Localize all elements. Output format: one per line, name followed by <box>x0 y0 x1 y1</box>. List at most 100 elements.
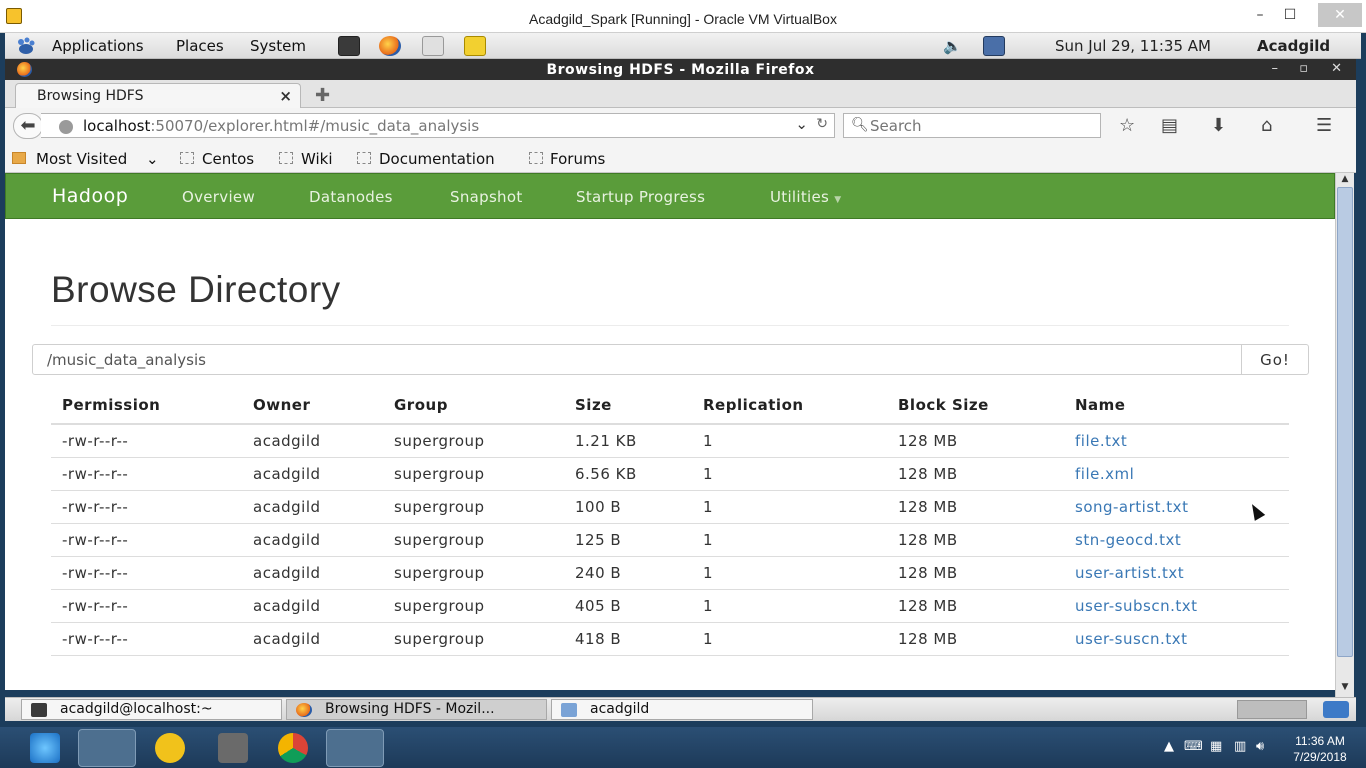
bookmark-forums[interactable]: Forums <box>550 150 605 168</box>
vertical-scrollbar[interactable]: ▲ ▼ <box>1335 173 1354 697</box>
panel-user[interactable]: Acadgild <box>1257 37 1330 55</box>
cell-block-size: 128 MB <box>887 622 1064 656</box>
internet-explorer-icon[interactable] <box>30 733 60 763</box>
cell-replication: 1 <box>692 424 887 458</box>
site-identity-icon[interactable] <box>59 120 73 134</box>
table-row: -rw-r--r-- acadgild supergroup 405 B 1 1… <box>51 589 1289 623</box>
tray-chevron-icon[interactable]: ▲ <box>1164 739 1174 754</box>
nav-utilities[interactable]: Utilities ▼ <box>770 188 841 206</box>
reading-list-icon[interactable]: ▤ <box>1161 115 1178 136</box>
bookmark-centos[interactable]: Centos <box>202 150 254 168</box>
file-link[interactable]: user-suscn.txt <box>1075 630 1187 648</box>
cell-owner: acadgild <box>242 457 383 491</box>
go-button[interactable]: Go! <box>1241 344 1309 375</box>
notes-launcher-icon[interactable] <box>464 36 486 56</box>
firefox-title-bar: Browsing HDFS - Mozilla Firefox – ▫ ✕ <box>5 59 1356 80</box>
nav-startup-progress[interactable]: Startup Progress <box>576 188 705 206</box>
cell-size: 405 B <box>564 589 692 623</box>
file-link[interactable]: user-artist.txt <box>1075 564 1184 582</box>
panel-clock[interactable]: Sun Jul 29, 11:35 AM <box>1055 37 1211 55</box>
url-bar[interactable]: localhost:50070/explorer.html#/music_dat… <box>41 113 835 138</box>
cell-name: user-suscn.txt <box>1064 622 1289 656</box>
show-desktop-icon[interactable] <box>1323 701 1349 718</box>
cell-group: supergroup <box>383 523 564 557</box>
maximize-button[interactable]: ☐ <box>1276 3 1304 27</box>
gnome-bottom-panel: acadgild@localhost:~ Browsing HDFS - Moz… <box>5 697 1356 721</box>
bookmark-documentation[interactable]: Documentation <box>379 150 495 168</box>
home-icon[interactable]: ⌂ <box>1261 115 1272 136</box>
ff-minimize-button[interactable]: – <box>1272 61 1279 76</box>
nav-snapshot[interactable]: Snapshot <box>450 188 523 206</box>
mail-launcher-icon[interactable] <box>422 36 444 56</box>
search-icon: 🔍︎ <box>851 117 869 133</box>
page-title: Browse Directory <box>51 269 341 310</box>
nav-overview[interactable]: Overview <box>182 188 255 206</box>
column-block-size[interactable]: Block Size <box>887 387 1064 425</box>
file-link[interactable]: file.txt <box>1075 432 1127 450</box>
column-size[interactable]: Size <box>564 387 692 425</box>
cell-size: 1.21 KB <box>564 424 692 458</box>
back-button[interactable]: ⬅ <box>13 113 43 139</box>
tab-close-icon[interactable]: × <box>279 87 292 105</box>
directory-path-input[interactable] <box>32 344 1242 375</box>
network-icon[interactable] <box>983 36 1005 56</box>
hadoop-brand[interactable]: Hadoop <box>52 185 128 207</box>
tray-wifi-icon[interactable]: ▥ <box>1234 739 1246 754</box>
cell-size: 418 B <box>564 622 692 656</box>
column-owner[interactable]: Owner <box>242 387 383 425</box>
printer-icon[interactable] <box>218 733 248 763</box>
file-explorer-icon[interactable] <box>78 729 136 767</box>
menu-places[interactable]: Places <box>176 37 224 55</box>
ff-maximize-button[interactable]: ▫ <box>1299 61 1308 76</box>
chevron-down-icon[interactable]: ⌄ <box>146 150 159 168</box>
file-link[interactable]: file.xml <box>1075 465 1134 483</box>
task-firefox[interactable]: Browsing HDFS - Mozil... <box>286 699 547 720</box>
cell-owner: acadgild <box>242 589 383 623</box>
table-row: -rw-r--r-- acadgild supergroup 100 B 1 1… <box>51 490 1289 524</box>
file-link[interactable]: user-subscn.txt <box>1075 597 1198 615</box>
new-tab-icon[interactable]: ✚ <box>315 85 330 106</box>
bookmark-most-visited[interactable]: Most Visited <box>36 150 127 168</box>
search-input[interactable] <box>870 116 1096 136</box>
task-terminal[interactable]: acadgild@localhost:~ <box>21 699 282 720</box>
minimize-button[interactable]: – <box>1246 3 1274 27</box>
column-permission[interactable]: Permission <box>51 387 242 425</box>
bookmark-wiki[interactable]: Wiki <box>301 150 333 168</box>
chevron-down-icon[interactable]: ⌄ <box>795 115 808 133</box>
chrome-icon[interactable] <box>278 733 308 763</box>
bookmark-star-icon[interactable]: ☆ <box>1119 115 1135 136</box>
virtualbox-icon[interactable] <box>326 729 384 767</box>
ff-close-button[interactable]: ✕ <box>1331 61 1342 76</box>
tab-browsing-hdfs[interactable]: Browsing HDFS × <box>15 83 301 109</box>
column-group[interactable]: Group <box>383 387 564 425</box>
cell-group: supergroup <box>383 556 564 590</box>
cell-owner: acadgild <box>242 523 383 557</box>
hadoop-navbar: Hadoop Overview Datanodes Snapshot Start… <box>5 173 1335 219</box>
scroll-up-icon[interactable]: ▲ <box>1337 174 1353 188</box>
tray-keyboard-icon[interactable]: ⌨ <box>1184 739 1203 754</box>
menu-icon[interactable]: ☰ <box>1316 115 1332 136</box>
nav-datanodes[interactable]: Datanodes <box>309 188 393 206</box>
scrollbar-thumb[interactable] <box>1337 187 1353 657</box>
download-icon[interactable]: ⬇ <box>1211 115 1226 136</box>
file-link[interactable]: stn-geocd.txt <box>1075 531 1181 549</box>
menu-applications[interactable]: Applications <box>52 37 144 55</box>
column-replication[interactable]: Replication <box>692 387 887 425</box>
tray-volume-icon[interactable]: 🔊︎ <box>1256 739 1264 754</box>
tab-bar: Browsing HDFS × ✚ <box>5 80 1356 109</box>
menu-system[interactable]: System <box>250 37 306 55</box>
terminal-launcher-icon[interactable] <box>338 36 360 56</box>
column-name[interactable]: Name <box>1064 387 1289 425</box>
scroll-down-icon[interactable]: ▼ <box>1337 682 1353 696</box>
reload-icon[interactable]: ↻ <box>816 116 828 132</box>
system-clock[interactable]: 11:36 AM 7/29/2018 <box>1288 733 1352 765</box>
volume-icon[interactable]: 🔈 <box>943 37 962 55</box>
close-button[interactable]: ✕ <box>1318 3 1362 27</box>
app-launcher-icon[interactable] <box>155 733 185 763</box>
firefox-launcher-icon[interactable] <box>379 36 401 56</box>
search-bar[interactable]: 🔍︎ <box>843 113 1101 138</box>
tray-network-icon[interactable]: ▦ <box>1210 739 1222 754</box>
file-link[interactable]: song-artist.txt <box>1075 498 1188 516</box>
task-file-manager[interactable]: acadgild <box>551 699 813 720</box>
workspace-switcher[interactable] <box>1237 700 1307 719</box>
